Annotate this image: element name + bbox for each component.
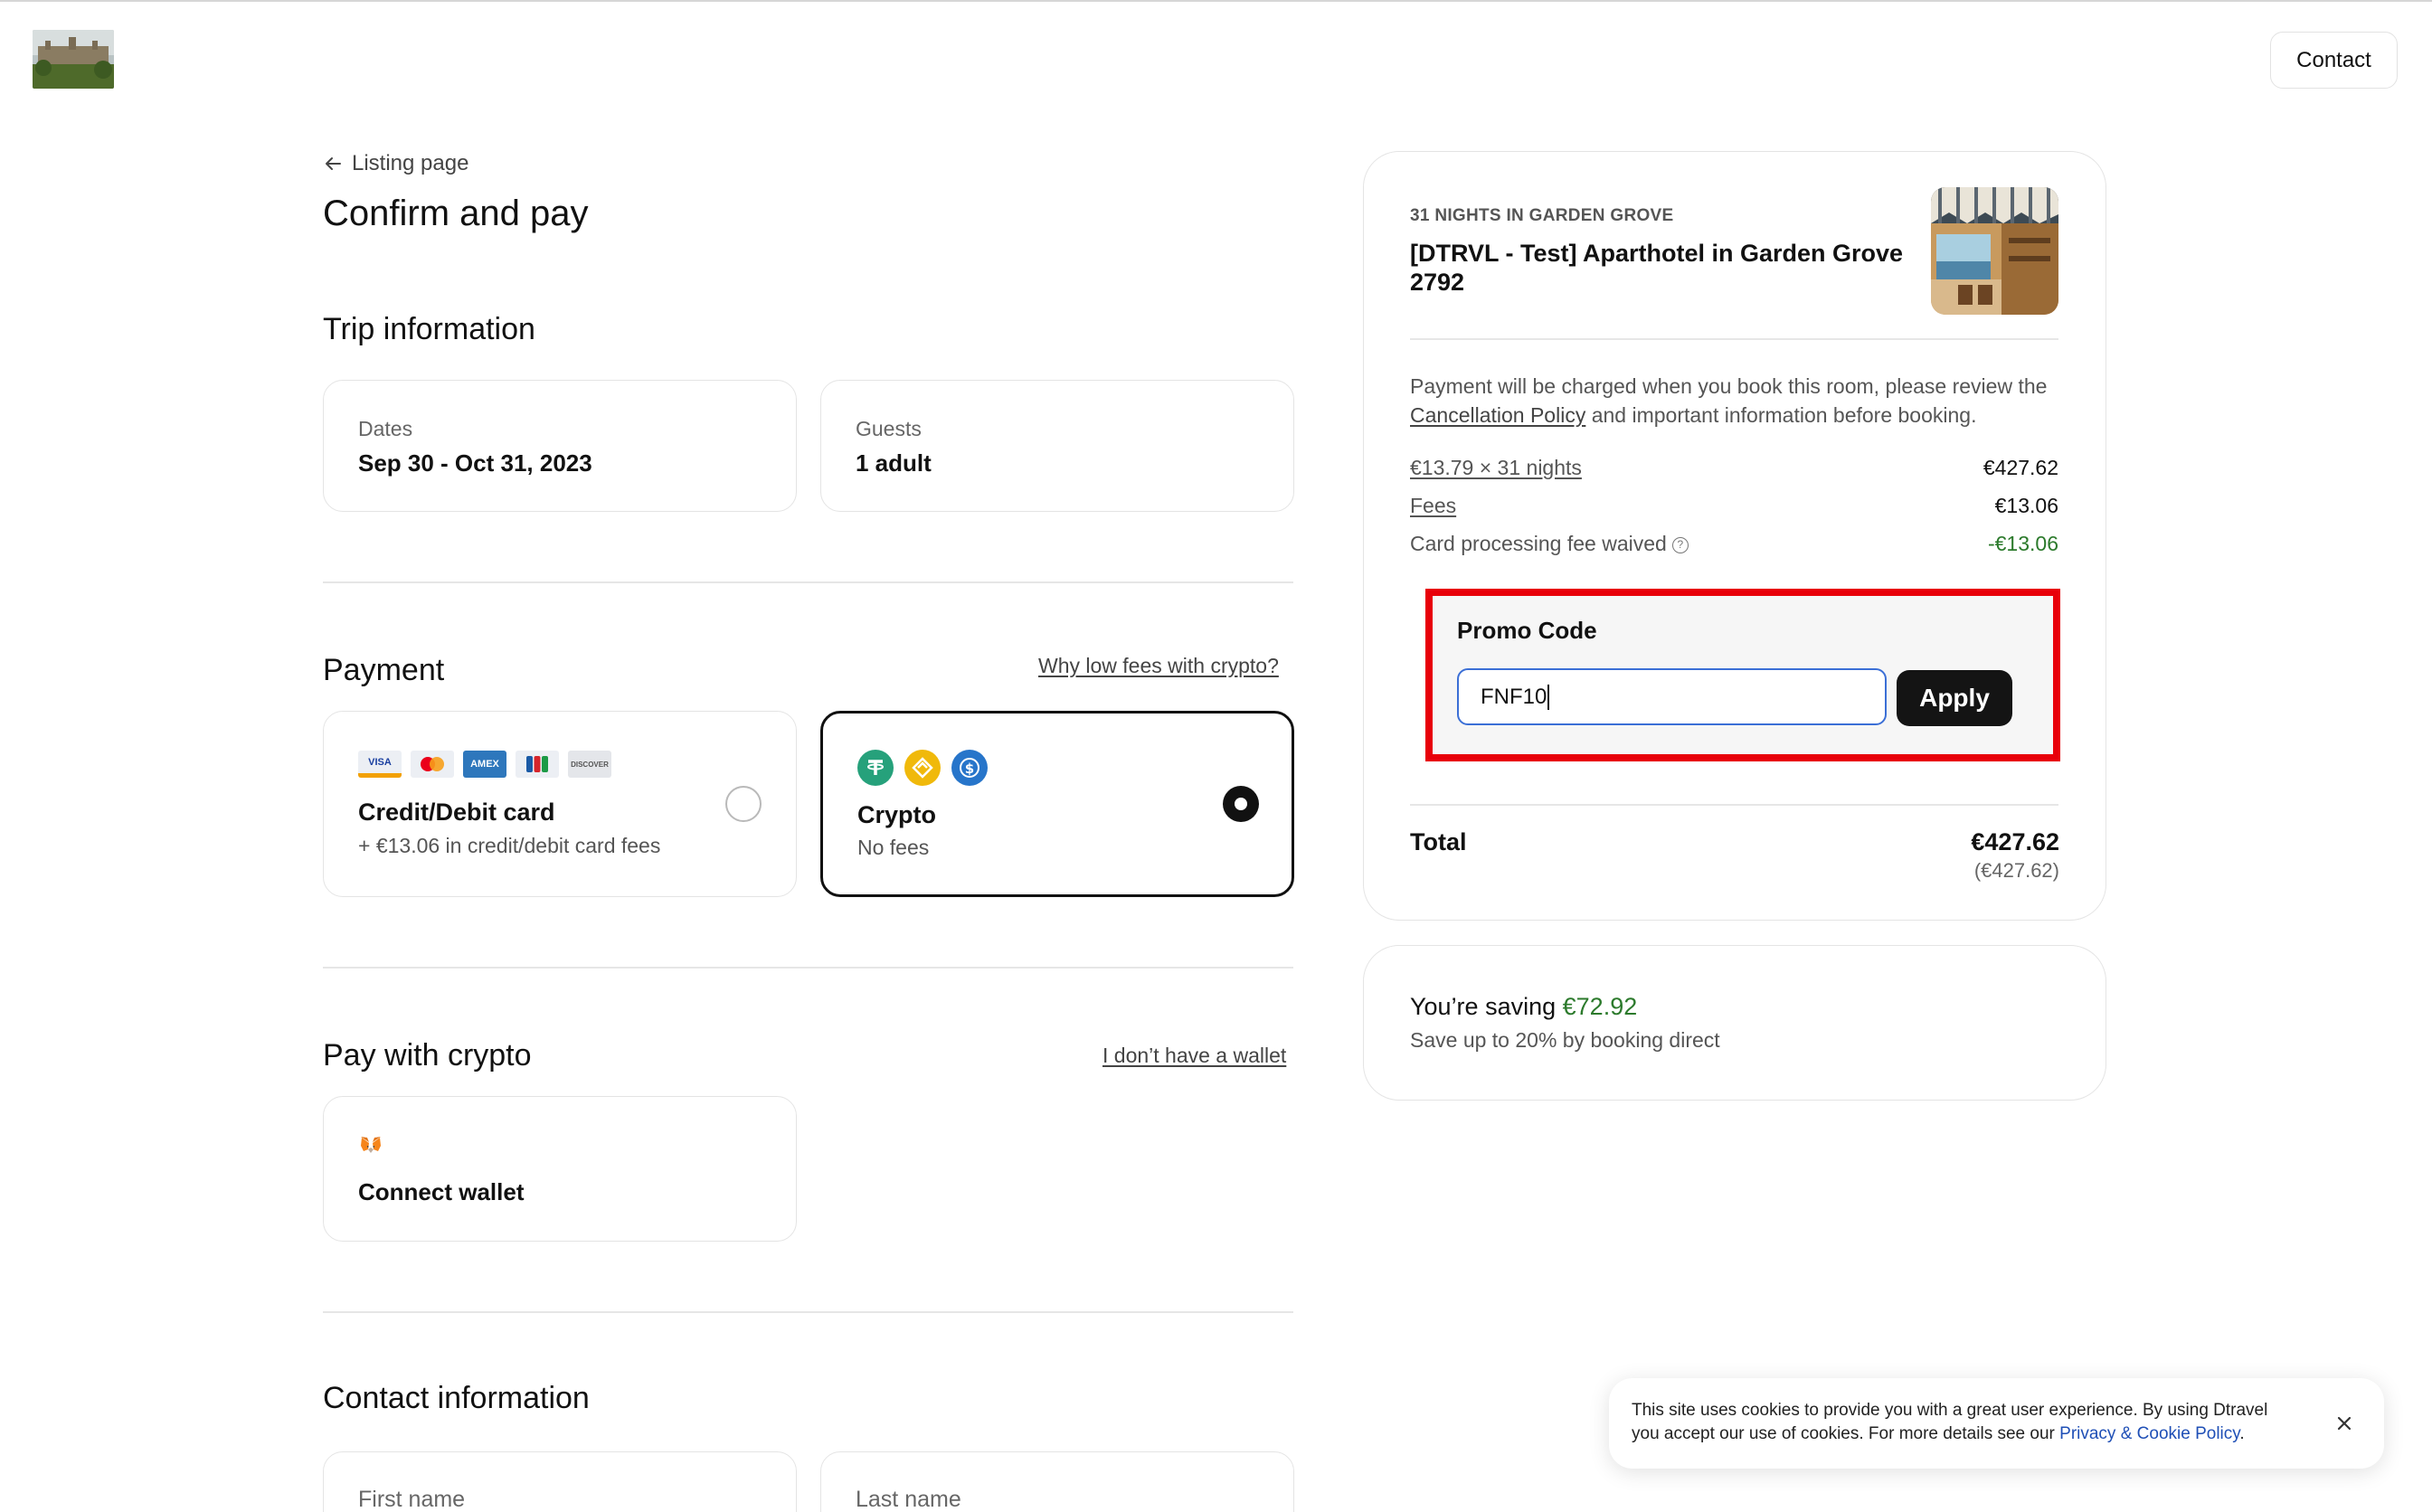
savings-headline: You’re saving €72.92 (1410, 993, 1638, 1020)
savings-card: You’re saving €72.92 Save up to 20% by b… (1363, 945, 2106, 1101)
site-logo[interactable] (33, 30, 114, 89)
last-name-placeholder: Last name (856, 1487, 961, 1512)
crypto-option-title: Crypto (857, 801, 936, 828)
guests-label: Guests (856, 417, 922, 440)
fees-row: Fees €13.06 (1410, 494, 2058, 518)
card-option-fee: + €13.06 in credit/debit card fees (358, 834, 661, 857)
amex-icon: AMEX (463, 751, 506, 778)
crypto-payment-option[interactable]: $ Crypto No fees (820, 711, 1294, 897)
no-wallet-link[interactable]: I don’t have a wallet (1102, 1044, 1286, 1068)
total-label: Total (1410, 828, 1467, 855)
contact-button[interactable]: Contact (2270, 32, 2398, 89)
fees-value: €13.06 (1994, 494, 2058, 517)
summary-divider (1410, 338, 2058, 340)
guests-value: 1 adult (856, 449, 932, 477)
guests-card[interactable]: Guests 1 adult (820, 380, 1294, 512)
nightly-rate-row: €13.79 × 31 nights €427.62 (1410, 456, 2058, 480)
visa-icon: VISA (358, 751, 402, 778)
promo-code-section: Promo Code FNF10 Apply (1433, 596, 2053, 754)
dates-value: Sep 30 - Oct 31, 2023 (358, 449, 592, 477)
mastercard-icon (411, 751, 454, 778)
nightly-rate-value: €427.62 (1983, 456, 2058, 479)
info-icon[interactable]: ? (1671, 536, 1689, 553)
savings-amount: €72.92 (1562, 993, 1638, 1020)
card-payment-option[interactable]: VISA AMEX DISCOVER Credit/Debit card + €… (323, 711, 797, 897)
nightly-rate-label[interactable]: €13.79 × 31 nights (1410, 456, 1582, 480)
property-photo (1931, 187, 2058, 315)
fees-label[interactable]: Fees (1410, 494, 1456, 518)
privacy-policy-link[interactable]: Privacy & Cookie Policy (2059, 1424, 2239, 1443)
payment-heading: Payment (323, 653, 445, 687)
fee-waived-value: -€13.06 (1987, 532, 2058, 555)
crypto-coin-icons: $ (857, 750, 988, 786)
booking-summary-card: 31 NIGHTS IN GARDEN GROVE [DTRVL - Test]… (1363, 151, 2106, 921)
crypto-option-subtitle: No fees (857, 836, 930, 859)
savings-subtitle: Save up to 20% by booking direct (1410, 1028, 1720, 1052)
last-name-field[interactable]: Last name (820, 1451, 1294, 1512)
summary-divider (1410, 804, 2058, 806)
connect-wallet-card[interactable]: Connect wallet (323, 1096, 797, 1242)
busd-icon (904, 750, 941, 786)
card-option-title: Credit/Debit card (358, 799, 555, 826)
back-link-label: Listing page (352, 151, 469, 175)
connect-wallet-label: Connect wallet (358, 1178, 525, 1205)
trip-info-heading: Trip information (323, 312, 535, 346)
promo-code-label: Promo Code (1457, 617, 1597, 644)
apply-promo-button[interactable]: Apply (1897, 670, 2012, 726)
nights-label: 31 NIGHTS IN GARDEN GROVE (1410, 206, 1674, 225)
usdt-icon (857, 750, 894, 786)
fee-waived-row: Card processing fee waived? -€13.06 (1410, 532, 2058, 556)
discover-icon: DISCOVER (568, 751, 611, 778)
why-low-fees-link[interactable]: Why low fees with crypto? (1038, 654, 1279, 678)
cookie-text: This site uses cookies to provide you wi… (1632, 1401, 2268, 1443)
card-radio[interactable] (725, 786, 762, 822)
total-converted-value: (€427.62) (1973, 859, 2059, 882)
fee-waived-label: Card processing fee waived (1410, 532, 1667, 555)
promo-code-value: FNF10 (1481, 684, 1547, 709)
dates-label: Dates (358, 417, 413, 440)
jcb-icon (516, 751, 559, 778)
section-divider (323, 581, 1293, 583)
property-title: [DTRVL - Test] Aparthotel in Garden Grov… (1410, 240, 1904, 296)
section-divider (323, 967, 1293, 969)
page-title: Confirm and pay (323, 194, 589, 233)
crypto-radio[interactable] (1223, 786, 1259, 822)
first-name-field[interactable]: First name (323, 1451, 797, 1512)
cancellation-policy-link[interactable]: Cancellation Policy (1410, 403, 1585, 427)
metamask-fox-icon (358, 1133, 383, 1158)
top-border (0, 0, 2432, 2)
arrow-left-icon (326, 157, 341, 170)
cookie-banner: This site uses cookies to provide you wi… (1609, 1378, 2384, 1469)
payment-notice: Payment will be charged when you book th… (1410, 374, 2048, 427)
text-caret (1547, 684, 1550, 710)
close-icon[interactable] (2333, 1413, 2355, 1434)
dates-card[interactable]: Dates Sep 30 - Oct 31, 2023 (323, 380, 797, 512)
contact-info-heading: Contact information (323, 1381, 590, 1415)
back-to-listing-link[interactable]: Listing page (323, 151, 468, 176)
pay-with-crypto-heading: Pay with crypto (323, 1038, 532, 1073)
card-brand-icons: VISA AMEX DISCOVER (358, 751, 611, 778)
promo-code-highlight: Promo Code FNF10 Apply (1425, 589, 2060, 761)
promo-code-input[interactable]: FNF10 (1457, 668, 1887, 725)
total-value: €427.62 (1971, 828, 2059, 855)
svg-text:$: $ (965, 761, 974, 777)
section-divider (323, 1311, 1293, 1313)
first-name-placeholder: First name (358, 1487, 466, 1512)
usdc-icon: $ (951, 750, 988, 786)
